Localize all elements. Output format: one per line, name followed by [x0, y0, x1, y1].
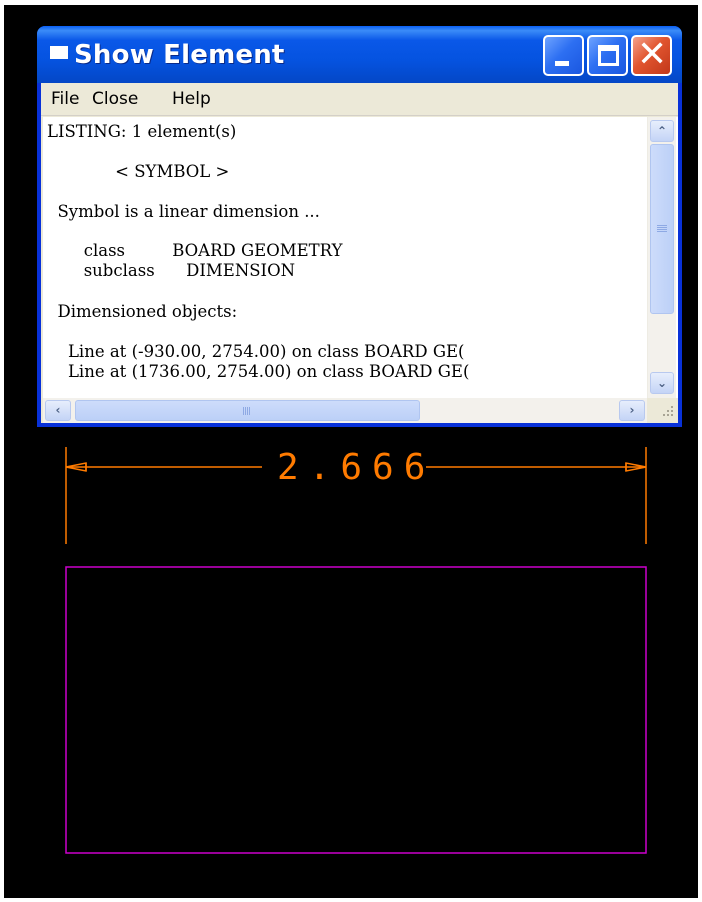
close-button[interactable]: ✕	[631, 35, 672, 76]
board-outline	[65, 566, 647, 854]
horizontal-scrollbar[interactable]: ‹ ›	[43, 398, 647, 423]
chevron-right-icon: ›	[629, 403, 635, 417]
listing-line: Symbol is a linear dimension ...	[47, 202, 320, 221]
listing-text-area[interactable]: LISTING: 1 element(s) < SYMBOL > Symbol …	[43, 117, 678, 398]
listing-line: Dimensioned objects:	[47, 302, 238, 321]
window-icon	[50, 46, 68, 59]
scroll-left-button[interactable]: ‹	[45, 400, 71, 421]
chevron-down-icon: ⌄	[656, 376, 668, 390]
maximize-button[interactable]	[587, 35, 628, 76]
listing-line: class BOARD GEOMETRY	[47, 241, 343, 260]
listing-line: Line at (1736.00, 2754.00) on class BOAR…	[47, 362, 470, 381]
vertical-scroll-thumb[interactable]	[650, 144, 674, 314]
listing-line: LISTING: 1 element(s)	[47, 122, 237, 141]
minimize-button[interactable]	[543, 35, 584, 76]
minimize-icon	[555, 61, 569, 66]
close-icon: ✕	[637, 34, 668, 75]
window-body: File Close Help LISTING: 1 element(s) < …	[41, 83, 678, 423]
menu-close[interactable]: Close	[92, 89, 138, 109]
menu-file[interactable]: File	[51, 89, 79, 109]
horizontal-scroll-thumb[interactable]	[75, 400, 420, 421]
menu-bar: File Close Help	[41, 83, 678, 116]
listing-line: Line at (-930.00, 2754.00) on class BOAR…	[47, 342, 465, 361]
resize-grip-icon[interactable]	[647, 398, 678, 423]
listing-line: subclass DIMENSION	[47, 261, 296, 280]
dimension-value: 2.666	[277, 447, 436, 488]
scroll-up-button[interactable]: ⌃	[650, 120, 674, 142]
menu-help[interactable]: Help	[172, 89, 211, 109]
window-title: Show Element	[74, 40, 285, 70]
vertical-scrollbar[interactable]: ⌃ ⌄	[647, 117, 676, 398]
title-bar[interactable]: Show Element ✕	[37, 26, 682, 83]
scroll-right-button[interactable]: ›	[619, 400, 645, 421]
maximize-icon	[598, 45, 619, 66]
chevron-left-icon: ‹	[55, 403, 61, 417]
scroll-down-button[interactable]: ⌄	[650, 372, 674, 394]
chevron-up-icon: ⌃	[656, 124, 668, 138]
show-element-window: Show Element ✕ File Close Help LISTING: …	[37, 26, 682, 427]
listing-line: < SYMBOL >	[47, 162, 230, 181]
